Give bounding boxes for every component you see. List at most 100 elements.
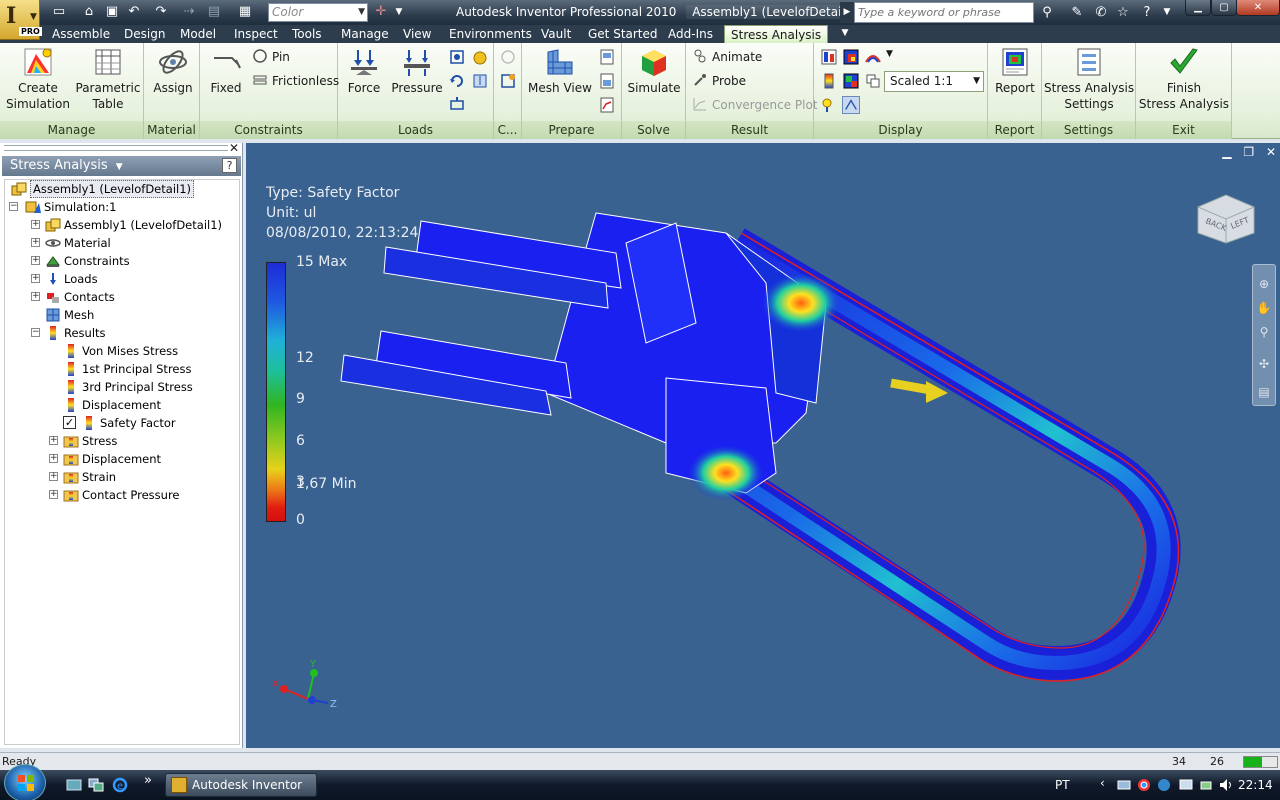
browser-help-icon[interactable]: ? (222, 158, 237, 173)
tab-manage[interactable]: Manage (341, 25, 389, 43)
stress-analysis-settings-button[interactable]: Stress Analysis Settings (1044, 46, 1134, 112)
tree-node-displacement[interactable]: Displacement (5, 396, 239, 414)
tree-expander-icon[interactable]: + (49, 490, 58, 499)
taskbar-inventor-button[interactable]: Autodesk Inventor P... (165, 773, 317, 797)
project-icon[interactable]: ▦ (236, 4, 254, 20)
frictionless-constraint-button[interactable]: Frictionless (252, 71, 339, 91)
smooth-shading-icon[interactable] (842, 48, 860, 66)
parametric-table-button[interactable]: Parametric Table (74, 46, 142, 112)
application-menu-button[interactable]: I PRO ▼ (0, 0, 42, 40)
report-button[interactable]: Report (990, 46, 1040, 96)
steering-wheel-icon[interactable]: ⊕ (1256, 277, 1272, 293)
checkbox-checked-icon[interactable]: ✓ (63, 416, 76, 429)
remote-force-icon[interactable] (448, 96, 466, 114)
browser-header[interactable]: Stress Analysis ▼ ? (2, 156, 241, 176)
pin-constraint-button[interactable]: Pin (252, 47, 290, 67)
tab-inspect[interactable]: Inspect (234, 25, 278, 43)
tree-node-displacement[interactable]: + Displacement (5, 450, 239, 468)
pressure-button[interactable]: Pressure (390, 46, 444, 96)
tree-node-contact-pressure[interactable]: + Contact Pressure (5, 486, 239, 504)
mesh-view-button[interactable]: Mesh View (526, 46, 594, 96)
update-icon[interactable]: ▤ (205, 4, 223, 20)
start-button[interactable] (4, 764, 46, 800)
tray-volume-icon[interactable] (1218, 777, 1234, 793)
displacement-scale-select[interactable]: Scaled 1:1 ▼ (884, 71, 984, 92)
tree-node-assembly1-levelofdetail1-[interactable]: + Assembly1 (LevelofDetail1) (5, 216, 239, 234)
animate-button[interactable]: Animate (692, 47, 762, 67)
help-icon[interactable]: ? (1136, 3, 1158, 22)
boundary-conditions-icon[interactable] (864, 72, 882, 90)
browser-close-icon[interactable]: ✕ (229, 141, 239, 155)
tab-view[interactable]: View (403, 25, 431, 43)
browser-grip[interactable] (4, 145, 228, 151)
language-indicator[interactable]: PT (1055, 770, 1070, 800)
mesh-display-icon[interactable] (842, 96, 860, 114)
tree-node-assembly1-levelofdetail1-[interactable]: Assembly1 (LevelofDetail1) (5, 180, 239, 198)
tab-add-ins[interactable]: Add-Ins (668, 25, 713, 43)
look-at-icon[interactable]: ▤ (1256, 385, 1272, 401)
tray-power-icon[interactable] (1198, 777, 1214, 793)
internet-explorer-icon[interactable]: e (112, 777, 128, 793)
local-mesh-control-icon[interactable] (598, 72, 616, 90)
orbit-icon[interactable]: ✣ (1256, 357, 1272, 373)
tree-expander-icon[interactable]: + (31, 256, 40, 265)
manual-contact-icon[interactable] (499, 72, 517, 90)
tree-expander-icon[interactable]: + (31, 238, 40, 247)
probe-button[interactable]: Probe (692, 71, 746, 91)
tree-node-mesh[interactable]: Mesh (5, 306, 239, 324)
show-desktop-icon[interactable] (66, 777, 82, 793)
tree-expander-icon[interactable]: + (31, 220, 40, 229)
mesh-settings-icon[interactable] (598, 48, 616, 66)
convergence-plot-button[interactable]: Convergence Plot (692, 95, 818, 115)
tray-security-icon[interactable] (1156, 777, 1172, 793)
finish-stress-analysis-button[interactable]: Finish Stress Analysis (1138, 46, 1230, 112)
binoculars-icon[interactable]: ⚲ (1036, 3, 1058, 22)
search-expand-icon[interactable]: ▶ (840, 2, 854, 23)
tray-chrome-icon[interactable] (1136, 777, 1152, 793)
favorites-star-icon[interactable]: ☆ (1112, 3, 1134, 22)
communication-icon[interactable]: ✆ (1090, 3, 1112, 22)
subscription-icon[interactable]: ✎ (1066, 3, 1088, 22)
bearing-load-icon[interactable] (448, 48, 466, 66)
tray-display-icon[interactable] (1178, 777, 1194, 793)
crosshair-icon[interactable]: ✛ (372, 4, 390, 20)
assign-material-button[interactable]: Assign (148, 46, 198, 96)
fixed-constraint-button[interactable]: Fixed (204, 46, 248, 96)
tree-expander-icon[interactable]: + (31, 292, 40, 301)
switch-windows-icon[interactable] (88, 777, 104, 793)
tab-design[interactable]: Design (124, 25, 165, 43)
tree-expander-icon[interactable]: + (49, 436, 58, 445)
tree-node-material[interactable]: + Material (5, 234, 239, 252)
tree-node-results[interactable]: − Results (5, 324, 239, 342)
tree-expander-icon[interactable]: + (31, 274, 40, 283)
tab-stress-analysis[interactable]: Stress Analysis (724, 25, 829, 44)
probe-labels-icon[interactable] (820, 96, 838, 114)
tree-node-simulation-1[interactable]: − Simulation:1 (5, 198, 239, 216)
tree-node-stress[interactable]: + Stress (5, 432, 239, 450)
pan-hand-icon[interactable]: ✋ (1256, 301, 1272, 317)
tree-node-strain[interactable]: + Strain (5, 468, 239, 486)
quick-launch-more-icon[interactable]: » (144, 773, 152, 788)
tab-vault[interactable]: Vault (541, 25, 571, 43)
select-icon[interactable]: ⇢ (180, 4, 198, 20)
save-icon[interactable]: ▣ (103, 4, 121, 20)
gravity-icon[interactable] (471, 48, 489, 66)
tree-node-constraints[interactable]: + Constraints (5, 252, 239, 270)
tree-expander-icon[interactable]: − (9, 202, 18, 211)
simulate-button[interactable]: Simulate (626, 46, 682, 96)
tab-tools[interactable]: Tools (292, 25, 322, 43)
search-input[interactable] (854, 2, 1034, 23)
ribbon-minimize-icon[interactable]: ▼ (838, 28, 852, 40)
automatic-contacts-icon[interactable] (499, 48, 517, 66)
tray-clock[interactable]: 22:14 (1238, 770, 1273, 800)
create-simulation-button[interactable]: Create Simulation (4, 46, 72, 112)
tree-node-1st-principal-stress[interactable]: 1st Principal Stress (5, 360, 239, 378)
minimize-button[interactable]: ▁ (1185, 0, 1211, 16)
convergence-settings-icon[interactable] (598, 96, 616, 114)
moment-icon[interactable] (448, 72, 466, 90)
tab-assemble[interactable]: Assemble (52, 25, 110, 43)
tree-expander-icon[interactable]: − (31, 328, 40, 337)
maximize-button[interactable]: ▢ (1211, 0, 1237, 16)
min-value-icon[interactable] (842, 72, 860, 90)
body-load-icon[interactable] (471, 72, 489, 90)
